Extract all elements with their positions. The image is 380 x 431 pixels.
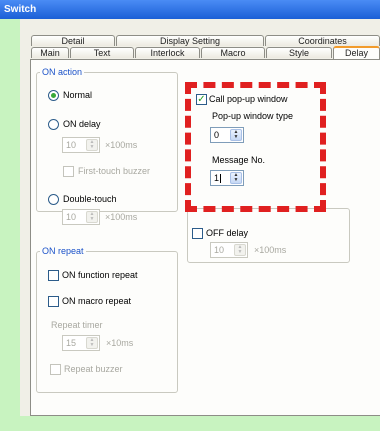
tab-interlock[interactable]: Interlock	[135, 47, 200, 58]
on-delay-value: 10	[66, 140, 77, 150]
spin-arrows-icon[interactable]: ▲ ▼	[86, 211, 98, 223]
highlight-dashed-frame	[185, 82, 326, 212]
on-action-legend: ON action	[40, 67, 85, 77]
window-title: Switch	[0, 0, 380, 19]
on-delay-spinner[interactable]: 10 ▲ ▼	[62, 137, 100, 153]
repeat-buzzer-checkbox[interactable]	[50, 364, 61, 375]
off-delay-checkbox[interactable]	[192, 228, 203, 239]
tab-coordinates[interactable]: Coordinates	[265, 35, 380, 46]
off-delay-unit: ×100ms	[254, 245, 287, 255]
double-touch-value: 10	[66, 212, 77, 222]
normal-label: Normal	[63, 90, 93, 100]
double-touch-unit: ×100ms	[105, 212, 138, 222]
macro-repeat-label: ON macro repeat	[62, 296, 132, 306]
spin-arrows-icon[interactable]: ▲ ▼	[86, 139, 98, 151]
tab-main[interactable]: Main	[31, 47, 69, 58]
on-delay-radio[interactable]	[48, 119, 59, 130]
first-touch-buzzer-checkbox[interactable]	[63, 166, 74, 177]
repeat-timer-unit: ×10ms	[106, 338, 134, 348]
repeat-timer-spinner[interactable]: 15 ▲ ▼	[62, 335, 100, 351]
window-frame-bottom	[20, 416, 380, 431]
double-touch-spinner[interactable]: 10 ▲ ▼	[62, 209, 100, 225]
window-frame-left	[0, 19, 20, 431]
tab-text[interactable]: Text	[70, 47, 134, 58]
repeat-timer-label: Repeat timer	[51, 320, 103, 330]
off-delay-value: 10	[214, 245, 225, 255]
double-touch-label: Double-touch	[63, 194, 117, 204]
off-delay-label: OFF delay	[206, 228, 249, 238]
tab-detail[interactable]: Detail	[31, 35, 115, 46]
tab-style[interactable]: Style	[266, 47, 332, 58]
on-delay-label: ON delay	[63, 119, 101, 129]
first-touch-buzzer-label: First-touch buzzer	[78, 166, 151, 176]
off-delay-spinner[interactable]: 10 ▲ ▼	[210, 242, 248, 258]
function-repeat-checkbox[interactable]	[48, 270, 59, 281]
on-repeat-legend: ON repeat	[40, 246, 86, 256]
repeat-buzzer-label: Repeat buzzer	[64, 364, 123, 374]
tab-display-setting[interactable]: Display Setting	[116, 35, 264, 46]
double-touch-radio[interactable]	[48, 194, 59, 205]
macro-repeat-checkbox[interactable]	[48, 296, 59, 307]
on-delay-unit: ×100ms	[105, 140, 138, 150]
function-repeat-label: ON function repeat	[62, 270, 138, 280]
spin-arrows-icon[interactable]: ▲ ▼	[234, 244, 246, 256]
tab-macro[interactable]: Macro	[201, 47, 265, 58]
repeat-timer-value: 15	[66, 338, 77, 348]
normal-radio[interactable]	[48, 90, 59, 101]
spin-arrows-icon[interactable]: ▲ ▼	[86, 337, 98, 349]
radio-selected-dot	[51, 93, 56, 98]
tab-delay[interactable]: Delay	[333, 46, 380, 59]
